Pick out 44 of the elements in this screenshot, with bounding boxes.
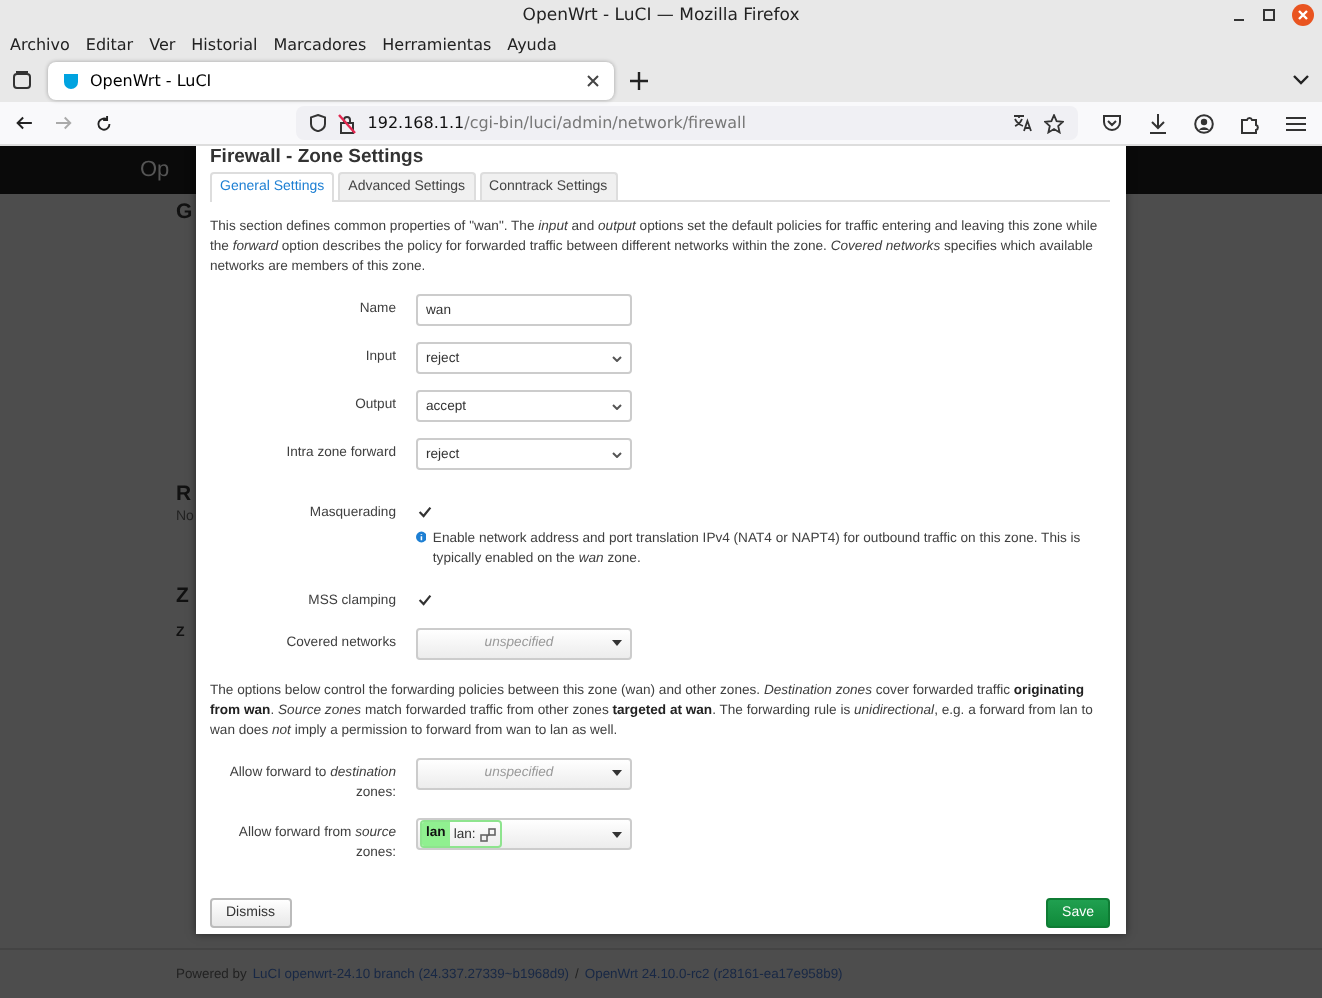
close-icon[interactable] [586,73,600,87]
pocket-icon[interactable] [1102,114,1122,132]
browser-tab[interactable]: OpenWrt - LuCI [48,61,614,99]
lock-crossed-icon[interactable] [337,113,356,133]
favicon-icon [62,71,80,89]
chevron-down-icon [612,355,622,361]
account-icon[interactable] [1194,113,1214,133]
tab-overview-icon[interactable] [12,70,32,90]
maximize-icon[interactable] [1262,8,1276,22]
shield-icon[interactable] [309,114,326,132]
menu-item[interactable]: Ayuda [507,35,557,53]
new-tab-icon[interactable] [630,71,648,89]
window-title: OpenWrt - LuCI — Mozilla Firefox [522,5,800,25]
section-heading: Z [176,584,189,608]
checkbox[interactable] [416,502,434,520]
reload-icon[interactable] [95,113,112,133]
section-heading: G [176,200,193,224]
download-icon[interactable] [1148,113,1168,133]
check-icon [418,505,432,517]
translate-icon[interactable] [1011,114,1032,132]
menu-item[interactable]: Marcadores [273,35,367,53]
dialog-title: Firewall - Zone Settings [210,146,426,170]
chevron-down-icon [612,451,622,457]
star-icon[interactable] [1043,113,1064,133]
menu-item[interactable]: Historial [191,35,258,53]
caret-icon [612,770,622,777]
site-title: Op [140,158,170,182]
menu-item[interactable]: Herramientas [382,35,492,53]
extensions-icon[interactable] [1240,113,1260,133]
back-icon[interactable] [16,114,32,132]
menu-icon[interactable] [1286,115,1306,131]
chevron-down-icon [612,403,622,409]
check-icon [418,593,432,605]
info-icon [416,530,427,544]
caret-icon [612,640,622,647]
menu-item[interactable]: Ver [149,35,176,53]
section-heading: R [176,482,192,506]
menu-item[interactable]: Archivo [10,35,70,53]
caret-icon [612,831,622,838]
network-icon [479,827,496,842]
forward-icon [55,114,72,132]
checkbox[interactable] [416,590,434,608]
menu-item[interactable]: Editar [85,35,134,53]
chevron-down-icon[interactable] [1292,74,1310,86]
